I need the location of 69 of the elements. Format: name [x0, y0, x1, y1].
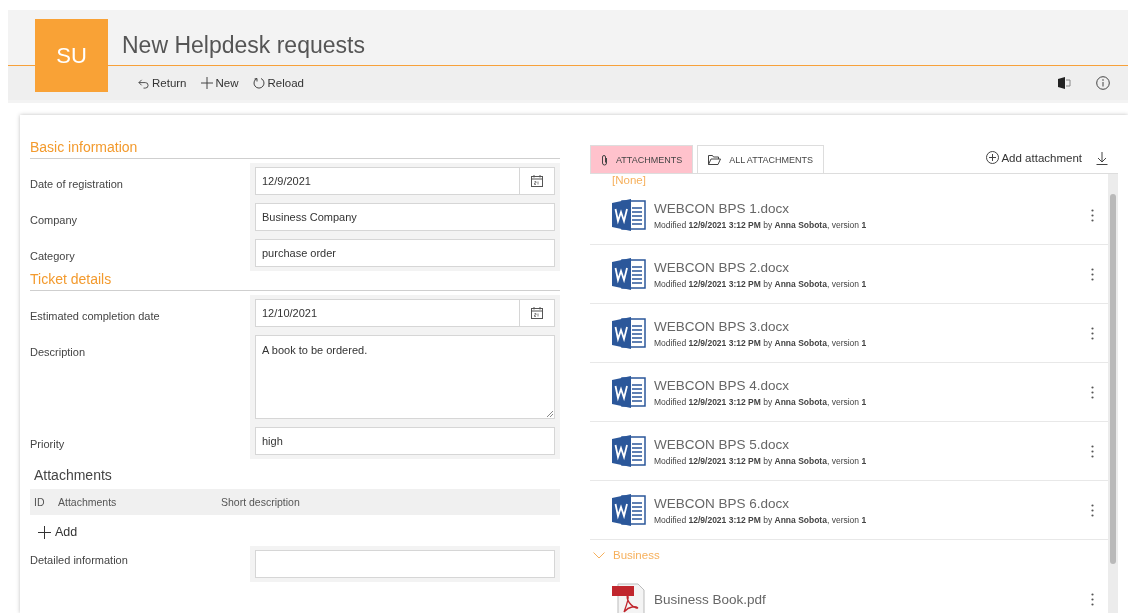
file-name-link[interactable]: WEBCON BPS 1.docx	[654, 200, 1091, 216]
field-label: Estimated completion date	[30, 309, 161, 324]
app-logo: SU	[35, 19, 108, 92]
scrollbar-thumb[interactable]	[1110, 194, 1116, 564]
field-label: Priority	[30, 437, 66, 452]
more-options-icon[interactable]	[1091, 267, 1094, 281]
text-field[interactable]: Business Company	[255, 203, 555, 231]
file-details: Modified 12/9/2021 3:12 PM by Anna Sobota, version 1	[654, 337, 868, 348]
date-field[interactable]: 12/10/2021	[255, 299, 555, 327]
toolbar-button[interactable]: New	[200, 77, 239, 89]
file-name-link[interactable]: Business Book.pdf	[654, 591, 1091, 607]
more-options-icon[interactable]	[1091, 208, 1094, 222]
file-details: Modified 12/9/2021 3:12 PM by Anna Sobota, version 1	[654, 514, 868, 525]
date-field[interactable]: 12/9/2021	[255, 167, 555, 195]
more-options-icon[interactable]	[1091, 444, 1094, 458]
field-label: Company	[30, 213, 79, 228]
tab[interactable]: ALL ATTACHMENTS	[697, 145, 825, 173]
section-title: Ticket details	[30, 271, 560, 291]
plus-icon	[38, 525, 51, 539]
file-name-link[interactable]: WEBCON BPS 2.docx	[654, 259, 1091, 275]
add-circle-icon	[986, 151, 1000, 164]
file-name-link[interactable]: WEBCON BPS 4.docx	[654, 377, 1091, 393]
column-header: Short description	[221, 496, 300, 508]
word-document-icon	[612, 199, 646, 231]
field-label: Category	[30, 249, 76, 264]
toolbar-button[interactable]: Return	[138, 77, 187, 89]
file-name-link[interactable]: WEBCON BPS 6.docx	[654, 495, 1091, 511]
add-button[interactable]: Add	[38, 525, 78, 539]
more-options-icon[interactable]	[1091, 592, 1094, 606]
section-title: Basic information	[30, 139, 560, 159]
word-document-icon	[612, 435, 646, 467]
field-label: Detailed information	[30, 553, 129, 568]
download-icon[interactable]	[1096, 152, 1108, 165]
info-icon[interactable]	[1096, 76, 1110, 90]
paperclip-icon	[601, 153, 608, 166]
subsection-title: Attachments	[34, 467, 113, 483]
resize-handle-icon[interactable]	[546, 410, 553, 417]
text-field[interactable]	[255, 550, 555, 578]
folder-icon	[708, 154, 722, 165]
word-document-icon	[612, 317, 646, 349]
office-icon[interactable]	[1058, 77, 1072, 89]
more-options-icon[interactable]	[1091, 385, 1094, 399]
column-header: ID	[34, 496, 46, 508]
description-field[interactable]: A book to be ordered.	[255, 335, 555, 419]
reload-icon	[252, 77, 265, 89]
file-details: Modified 12/9/2021 3:12 PM by Anna Sobota, version 1	[654, 396, 868, 407]
more-options-icon[interactable]	[1091, 326, 1094, 340]
page-title: New Helpdesk requests	[122, 32, 365, 59]
return-icon	[138, 77, 149, 89]
file-details: Modified 12/9/2021 3:12 PM by Anna Sobota, version 1	[654, 455, 868, 466]
tab[interactable]: ATTACHMENTS	[590, 145, 694, 173]
file-name-link[interactable]: WEBCON BPS 3.docx	[654, 318, 1091, 334]
word-document-icon	[612, 376, 646, 408]
file-details: Modified 12/9/2021 3:12 PM by Anna Sobota, version 1	[654, 278, 868, 289]
word-document-icon	[612, 258, 646, 290]
more-options-icon[interactable]	[1091, 503, 1094, 517]
word-document-icon	[612, 494, 646, 526]
toolbar-button[interactable]: Reload	[252, 77, 304, 89]
file-name-link[interactable]: WEBCON BPS 5.docx	[654, 436, 1091, 452]
text-field[interactable]: high	[255, 427, 555, 455]
calendar-icon[interactable]	[531, 307, 543, 319]
field-label: Date of registration	[30, 177, 124, 192]
plus-icon	[200, 77, 213, 89]
field-label: Description	[30, 345, 87, 360]
calendar-icon[interactable]	[531, 175, 543, 187]
text-field[interactable]: purchase order	[255, 239, 555, 267]
add-attachment-button[interactable]: Add attachment	[986, 151, 1082, 164]
file-details: Modified 12/9/2021 3:12 PM by Anna Sobota, version 1	[654, 219, 868, 230]
column-header: Attachments	[58, 496, 118, 508]
